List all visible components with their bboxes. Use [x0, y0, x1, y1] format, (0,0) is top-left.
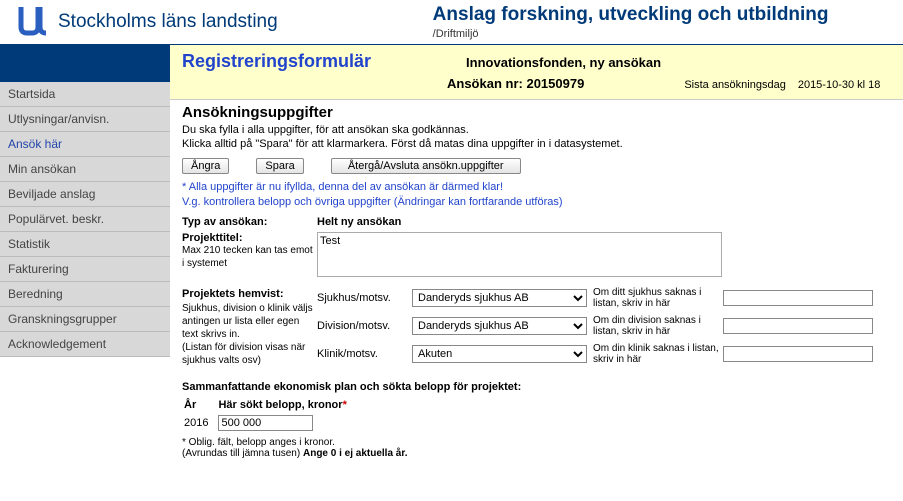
nav-popularvet[interactable]: Populärvet. beskr. [0, 207, 170, 232]
nav-beviljade[interactable]: Beviljade anslag [0, 182, 170, 207]
application-number: Ansökan nr: 20150979 [447, 76, 584, 91]
instructions: Du ska fylla i alla uppgifter, för att a… [182, 123, 893, 152]
logo-icon [18, 7, 52, 37]
org-logo: Stockholms läns landsting [18, 7, 278, 37]
clinic-alt-hint: Om din klinik saknas i listan, skriv in … [593, 343, 723, 365]
hospital-select[interactable]: Danderyds sjukhus AB [412, 289, 587, 307]
app-title: Anslag forskning, utveckling och utbildn… [433, 4, 895, 26]
col-amount: Här sökt belopp, kronor* [218, 399, 354, 413]
form-header: Registreringsformulär Innovationsfonden,… [170, 44, 903, 100]
deadline-value: 2015-10-30 kl 18 [798, 79, 881, 91]
project-title-label: Projekttitel: [182, 232, 243, 244]
nav-statistik[interactable]: Statistik [0, 232, 170, 257]
hospital-alt-input[interactable] [723, 290, 873, 306]
project-title-input[interactable]: Test [317, 232, 722, 277]
clinic-alt-input[interactable] [723, 346, 873, 362]
econ-plan-title: Sammanfattande ekonomisk plan och sökta … [182, 381, 893, 393]
section-title: Ansökningsuppgifter [182, 104, 893, 121]
sidebar: Startsida Utlysningar/anvisn. Ansök här … [0, 44, 170, 469]
type-label: Typ av ansökan: [182, 216, 267, 228]
type-value: Helt ny ansökan [317, 216, 401, 228]
project-home-label: Projektets hemvist: [182, 288, 283, 300]
division-alt-input[interactable] [723, 318, 873, 334]
undo-button[interactable]: Ångra [182, 158, 229, 174]
econ-note: * Oblig. fält, belopp anges i kronor. (A… [182, 437, 893, 459]
return-button[interactable]: Återgå/Avsluta ansökn.uppgifter [331, 158, 521, 174]
deadline-label: Sista ansökningsdag [684, 79, 786, 91]
division-label: Division/motsv. [317, 320, 412, 332]
project-home-hint: Sjukhus, division o klinik väljs antinge… [182, 303, 313, 366]
nav-acknowledgement[interactable]: Acknowledgement [0, 332, 170, 357]
division-alt-hint: Om din division saknas i listan, skriv i… [593, 315, 723, 337]
status-message: * Alla uppgifter är nu ifyllda, denna de… [182, 180, 893, 211]
clinic-label: Klinik/motsv. [317, 348, 412, 360]
econ-table: År Här sökt belopp, kronor* 2016 [182, 397, 357, 435]
form-subtitle: Innovationsfonden, ny ansökan [466, 55, 661, 70]
environment-label: /Driftmiljö [433, 28, 895, 40]
nav-utlysningar[interactable]: Utlysningar/anvisn. [0, 107, 170, 132]
nav-fakturering[interactable]: Fakturering [0, 257, 170, 282]
amount-input[interactable] [218, 415, 313, 431]
nav-granskningsgrupper[interactable]: Granskningsgrupper [0, 307, 170, 332]
econ-year: 2016 [184, 415, 216, 433]
division-select[interactable]: Danderyds sjukhus AB [412, 317, 587, 335]
form-title: Registreringsformulär [182, 51, 371, 72]
nav-beredning[interactable]: Beredning [0, 282, 170, 307]
project-title-hint: Max 210 tecken kan tas emot i systemet [182, 245, 313, 269]
clinic-select[interactable]: Akuten [412, 345, 587, 363]
sidebar-banner [0, 44, 170, 82]
nav-startsida[interactable]: Startsida [0, 82, 170, 107]
hospital-label: Sjukhus/motsv. [317, 292, 412, 304]
org-name: Stockholms läns landsting [58, 11, 278, 33]
hospital-alt-hint: Om ditt sjukhus saknas i listan, skriv i… [593, 287, 723, 309]
header: Stockholms läns landsting Anslag forskni… [0, 0, 903, 44]
nav-min-ansokan[interactable]: Min ansökan [0, 157, 170, 182]
save-button[interactable]: Spara [256, 158, 303, 174]
col-year: År [184, 399, 216, 413]
nav-ansok-har[interactable]: Ansök här [0, 132, 170, 157]
